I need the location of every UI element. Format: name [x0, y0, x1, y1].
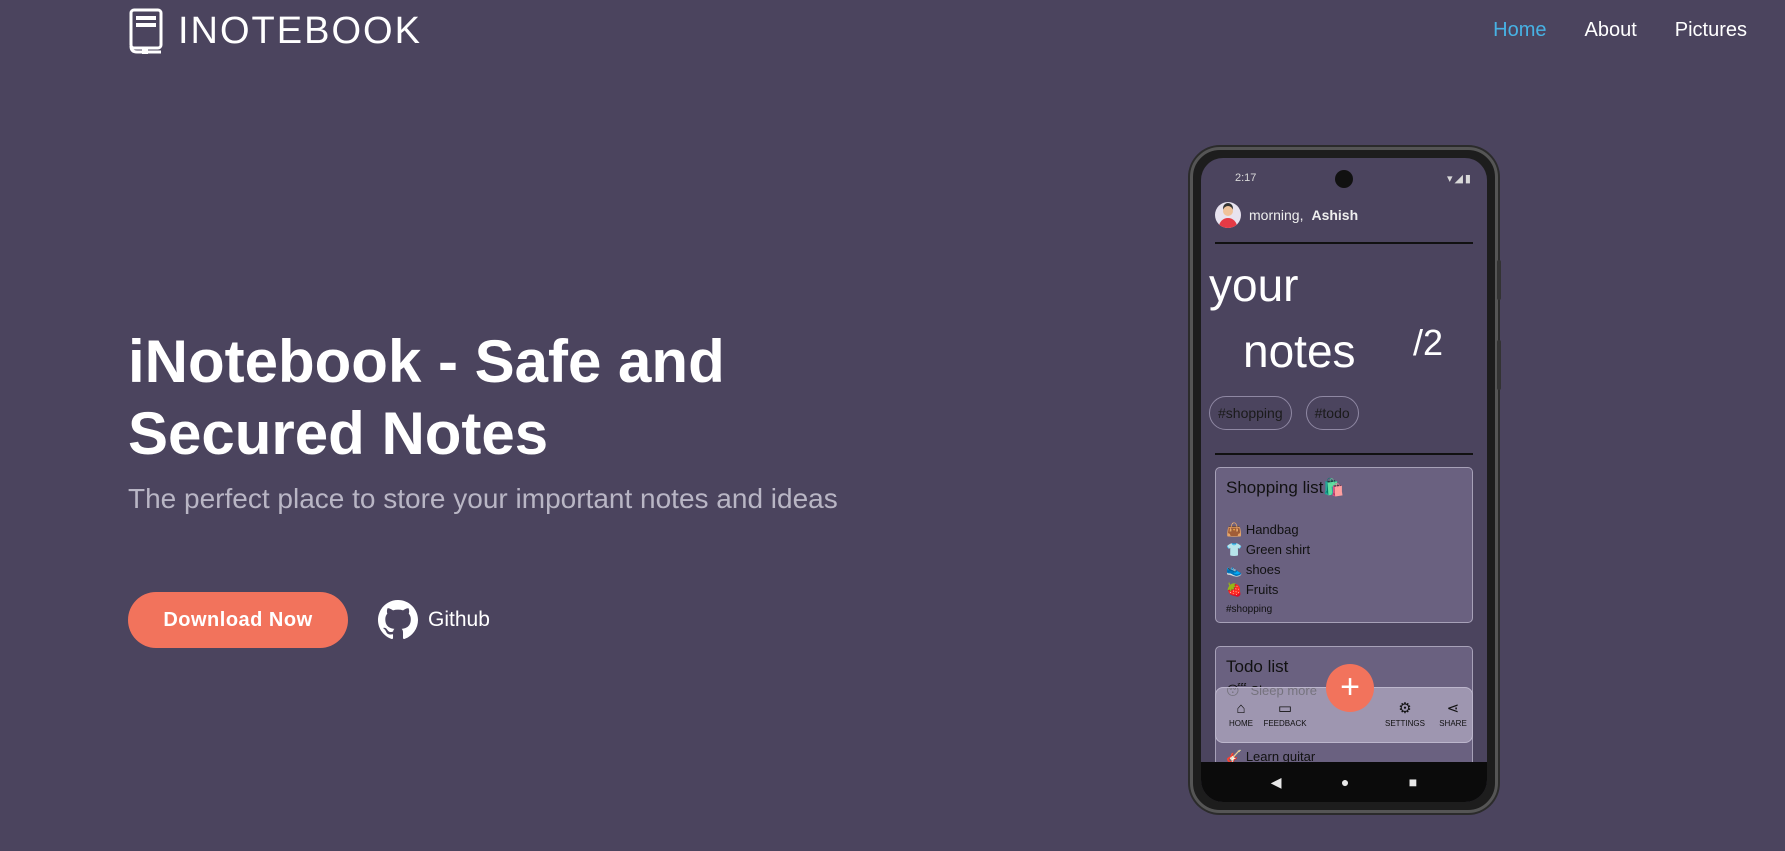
greeting: morning, Ashish: [1215, 202, 1358, 228]
github-icon: [378, 600, 418, 640]
note-item: 👕 Green shirt: [1226, 542, 1311, 557]
status-time: 2:17: [1235, 172, 1257, 184]
note-hashtag: #shopping: [1226, 604, 1273, 615]
nav-home[interactable]: Home: [1493, 19, 1546, 42]
share-icon: ⋖: [1446, 700, 1460, 717]
settings-icon: ⚙: [1398, 700, 1412, 717]
avatar[interactable]: [1215, 202, 1241, 228]
status-icons: ▾◢▮: [1446, 173, 1473, 185]
divider: [1215, 453, 1473, 455]
logo-text: INOTEBOOK: [178, 9, 422, 52]
bottom-nav-settings[interactable]: ⚙ SETTINGS: [1380, 700, 1430, 728]
notes-heading-line2: notes: [1243, 325, 1356, 377]
github-label: Github: [428, 608, 490, 631]
greeting-prefix: morning,: [1249, 207, 1304, 223]
note-count: /2: [1413, 322, 1444, 363]
phone-side-button: [1497, 340, 1501, 390]
home-circle-icon[interactable]: ●: [1341, 774, 1349, 790]
tag-list: #shopping #todo: [1209, 396, 1359, 430]
note-card-shopping[interactable]: Shopping list🛍️ 👜 Handbag 👕 Green shirt …: [1215, 467, 1473, 623]
note-item: 👟 shoes: [1226, 562, 1281, 577]
feedback-icon: ▭: [1277, 700, 1293, 717]
note-item: 👜 Handbag: [1226, 522, 1299, 537]
bottom-nav-share[interactable]: ⋖ SHARE: [1428, 700, 1478, 728]
brand-logo[interactable]: INOTEBOOK: [128, 8, 422, 54]
divider: [1215, 242, 1473, 244]
notebook-icon: [129, 8, 163, 54]
recents-icon[interactable]: ■: [1409, 774, 1417, 790]
github-link[interactable]: Github: [378, 600, 490, 640]
download-now-button[interactable]: Download Now: [128, 592, 348, 648]
greeting-name: Ashish: [1311, 207, 1359, 223]
back-icon[interactable]: ◀: [1271, 774, 1282, 791]
nav-pictures[interactable]: Pictures: [1675, 19, 1747, 42]
note-item: 🍓 Fruits: [1226, 582, 1279, 597]
bottom-nav-home[interactable]: ⌂ HOME: [1216, 700, 1266, 728]
home-icon: ⌂: [1236, 700, 1246, 717]
tag-todo[interactable]: #todo: [1305, 396, 1359, 430]
nav-about[interactable]: About: [1584, 19, 1636, 42]
camera-icon: [1335, 170, 1353, 188]
hero-title: iNotebook - Safe and Secured Notes: [128, 328, 725, 467]
phone-mockup: 2:17 ▾◢▮ morning, Ashish your notes /2 #…: [1190, 147, 1501, 813]
phone-side-button: [1497, 260, 1501, 300]
main-nav: Home About Pictures: [1493, 19, 1747, 42]
hero-subtitle: The perfect place to store your importan…: [128, 483, 838, 514]
add-note-button[interactable]: +: [1326, 664, 1374, 712]
tag-shopping[interactable]: #shopping: [1209, 396, 1292, 430]
bottom-nav-feedback[interactable]: ▭ FEEDBACK: [1260, 700, 1310, 728]
android-nav-bar: ◀ ● ■: [1201, 762, 1487, 802]
phone-screen: 2:17 ▾◢▮ morning, Ashish your notes /2 #…: [1201, 158, 1487, 802]
notes-heading-line1: your: [1209, 259, 1299, 311]
note-title: Shopping list🛍️: [1226, 478, 1345, 497]
status-bar: 2:17 ▾◢▮: [1235, 172, 1473, 186]
